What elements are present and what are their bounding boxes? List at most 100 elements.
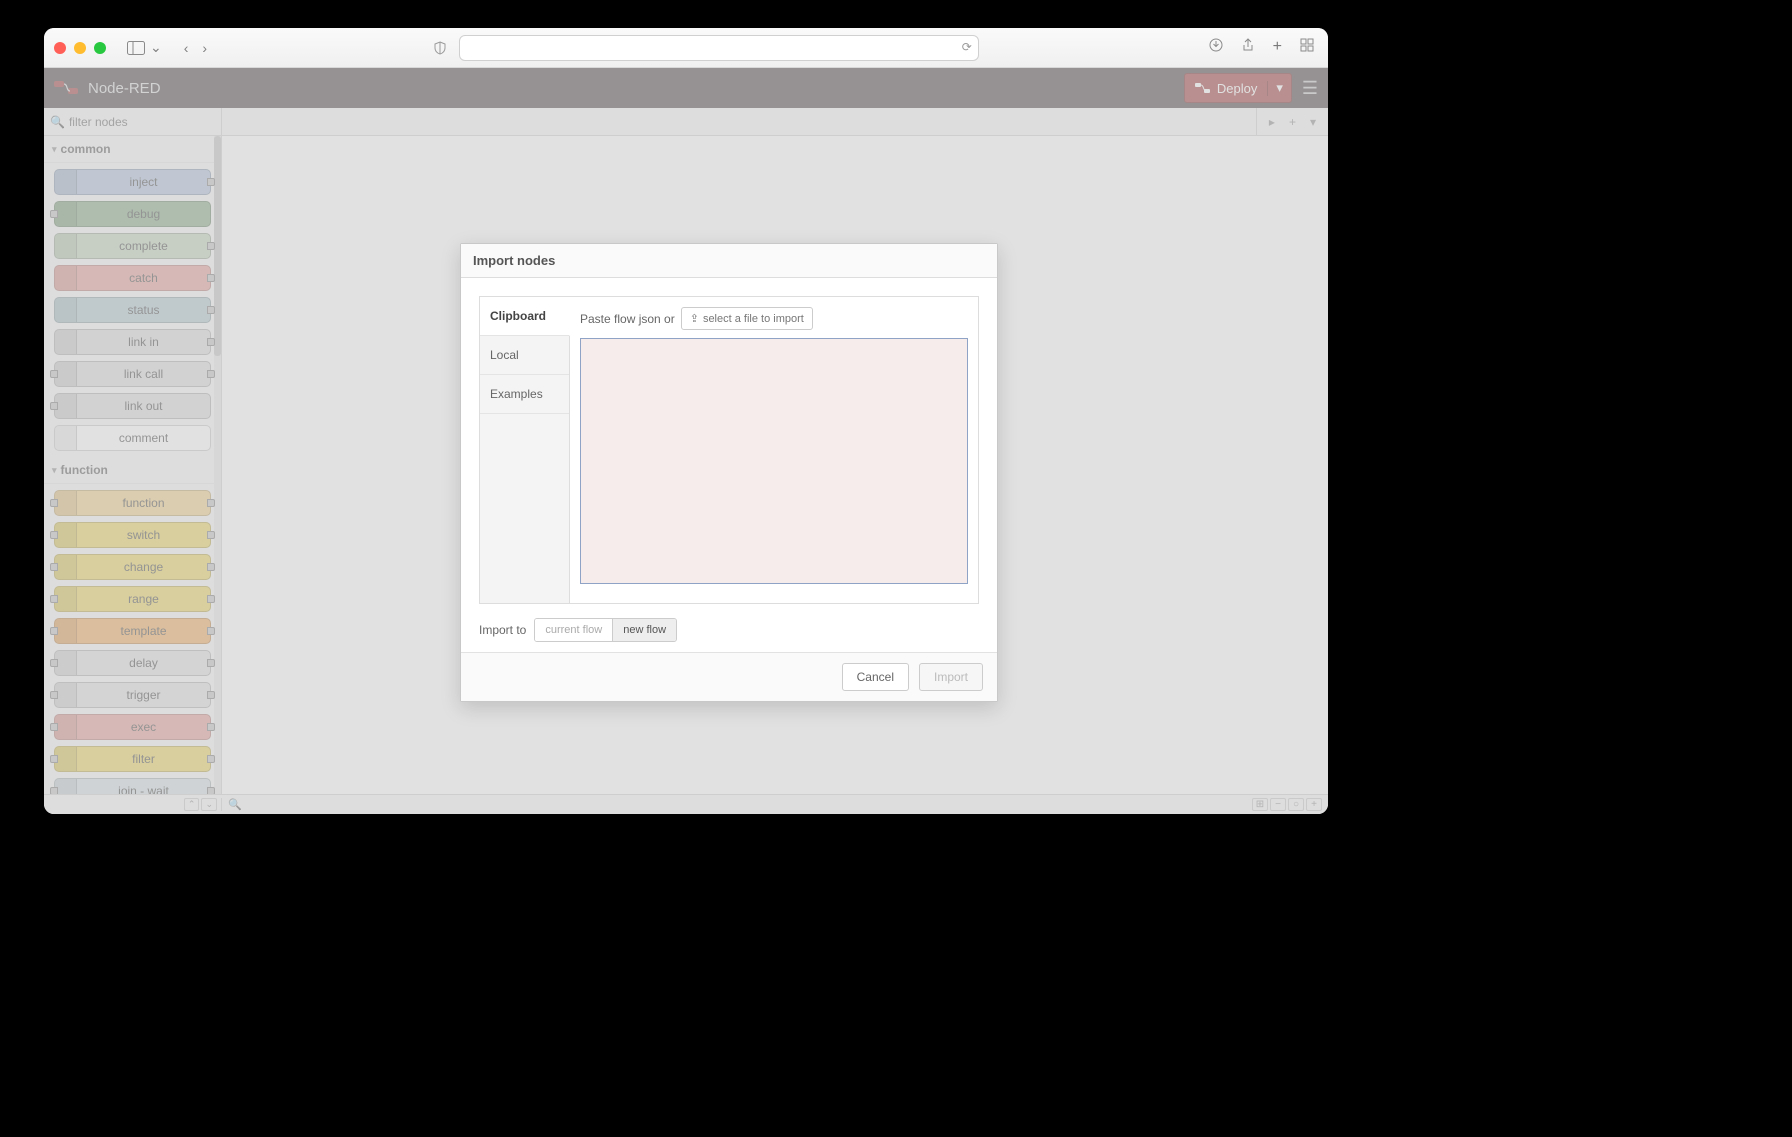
dialog-title: Import nodes [461,244,997,278]
tab-examples[interactable]: Examples [480,375,569,414]
port-out [207,787,215,794]
bubble-icon [55,426,77,450]
bars-icon [55,202,77,226]
bang-icon [55,234,77,258]
palette-category-common[interactable]: ▾common [44,136,221,163]
menu-icon[interactable]: ☰ [1302,78,1318,99]
clock-icon [55,651,77,675]
port-in [50,691,58,699]
palette-node-debug[interactable]: debug [54,201,211,227]
palette-node-link-out[interactable]: link out [54,393,211,419]
paste-label: Paste flow json or [580,312,675,326]
palette-category-function[interactable]: ▾function [44,457,221,484]
palette-node-comment[interactable]: comment [54,425,211,451]
port-out [207,338,215,346]
select-file-label: select a file to import [703,313,804,325]
palette: ▾common inject debug complete catch status lin… [44,136,222,794]
tab-overview-icon[interactable] [1300,38,1314,57]
zoom-reset-icon[interactable]: ○ [1288,798,1304,811]
palette-expand-icon[interactable]: ⌄ [201,798,217,811]
navigator-icon[interactable]: ⊞ [1252,798,1268,811]
import-target-new[interactable]: new flow [612,619,676,641]
port-in [50,402,58,410]
palette-node-change[interactable]: change [54,554,211,580]
cancel-button[interactable]: Cancel [842,663,909,691]
palette-node-status[interactable]: status [54,297,211,323]
port-in [50,563,58,571]
palette-node-trigger[interactable]: trigger [54,682,211,708]
fn-icon [55,491,77,515]
zoom-in-icon[interactable]: + [1306,798,1322,811]
port-out [207,306,215,314]
browser-window: ⌄ ‹ › ⟳ + Node-RED Deplo [44,28,1328,814]
port-out [207,595,215,603]
brace-icon [55,619,77,643]
import-json-textarea[interactable] [580,338,968,584]
range-icon [55,587,77,611]
bang-icon [55,266,77,290]
sidebar-toggle-icon[interactable] [124,41,148,55]
canvas-search-icon[interactable]: 🔍 [222,798,248,811]
switch-icon [55,523,77,547]
palette-scrollbar[interactable] [214,136,221,794]
port-out [207,370,215,378]
deploy-button[interactable]: Deploy ▾ [1184,73,1292,103]
trig-icon [55,683,77,707]
port-out [207,563,215,571]
palette-node-link-call[interactable]: link call [54,361,211,387]
select-file-button[interactable]: ⇪ select a file to import [681,307,813,330]
port-in [50,531,58,539]
palette-node-function[interactable]: function [54,490,211,516]
download-icon[interactable] [1209,38,1223,57]
port-out [207,178,215,186]
port-out [207,723,215,731]
palette-node-filter[interactable]: filter [54,746,211,772]
import-to-label: Import to [479,623,526,637]
zoom-icon[interactable] [94,42,106,54]
zoom-out-icon[interactable]: − [1270,798,1286,811]
port-out [207,242,215,250]
deploy-label: Deploy [1217,81,1257,96]
palette-node-catch[interactable]: catch [54,265,211,291]
palette-node-exec[interactable]: exec [54,714,211,740]
palette-collapse-icon[interactable]: ⌃ [184,798,200,811]
palette-filter[interactable]: 🔍 [44,108,222,135]
change-icon [55,555,77,579]
app-header: Node-RED Deploy ▾ ☰ [44,68,1328,108]
palette-node-link-in[interactable]: link in [54,329,211,355]
palette-node-delay[interactable]: delay [54,650,211,676]
link-icon [55,394,77,418]
import-button[interactable]: Import [919,663,983,691]
back-icon[interactable]: ‹ [184,40,189,56]
pulse-icon [55,298,77,322]
filter-icon [55,747,77,771]
deploy-menu-arrow[interactable]: ▾ [1268,80,1291,96]
tab-list-icon[interactable]: ▸ [1265,115,1279,129]
address-bar[interactable]: ⟳ [459,35,979,61]
import-target-current[interactable]: current flow [535,619,612,641]
status-bar: ⌃ ⌄ 🔍 ⊞ − ○ + [44,794,1328,814]
add-tab-icon[interactable]: + [1285,115,1300,129]
tab-local[interactable]: Local [480,336,569,375]
new-tab-icon[interactable]: + [1273,38,1282,57]
tab-menu-icon[interactable]: ▾ [1306,115,1320,129]
close-icon[interactable] [54,42,66,54]
shield-icon[interactable] [433,41,447,55]
chevron-down-icon[interactable]: ⌄ [150,39,162,56]
port-out [207,274,215,282]
share-icon[interactable] [1241,38,1255,57]
gear-icon [55,715,77,739]
palette-node-range[interactable]: range [54,586,211,612]
minimize-icon[interactable] [74,42,86,54]
palette-node-template[interactable]: template [54,618,211,644]
palette-node-complete[interactable]: complete [54,233,211,259]
palette-node-inject[interactable]: inject [54,169,211,195]
palette-filter-input[interactable] [69,115,215,129]
reload-icon[interactable]: ⟳ [962,40,972,54]
palette-node-join---wait[interactable]: join - wait [54,778,211,794]
port-in [50,787,58,794]
tab-clipboard[interactable]: Clipboard [480,297,570,336]
port-out [207,627,215,635]
palette-node-switch[interactable]: switch [54,522,211,548]
clock-icon [55,779,77,794]
